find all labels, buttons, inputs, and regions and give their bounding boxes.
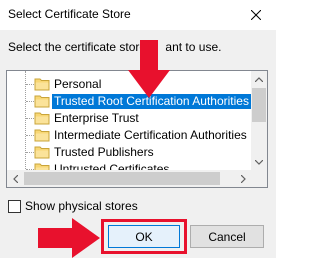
- tree-item[interactable]: Intermediate Certification Authorities: [7, 127, 251, 144]
- chevron-down-icon: [255, 159, 263, 165]
- tree-connector: [26, 118, 34, 119]
- cancel-button-label: Cancel: [208, 229, 246, 244]
- scroll-right-button[interactable]: [235, 170, 251, 187]
- tree-item[interactable]: Trusted Publishers: [7, 144, 251, 161]
- close-icon: [251, 10, 261, 20]
- horizontal-scrollbar[interactable]: [7, 170, 251, 187]
- chevron-up-icon: [255, 76, 263, 82]
- scroll-corner: [251, 170, 267, 187]
- chevron-left-icon: [12, 174, 18, 183]
- ok-highlight-box: [101, 219, 187, 254]
- tree-item-label: Enterprise Trust: [54, 111, 139, 125]
- dialog-title: Select Certificate Store: [8, 7, 131, 21]
- tree-item-label: Personal: [54, 77, 102, 91]
- tree-item-label: Trusted Publishers: [54, 145, 154, 159]
- folder-icon: [34, 78, 50, 91]
- folder-icon: [34, 146, 50, 159]
- cancel-button[interactable]: Cancel: [190, 225, 264, 248]
- close-button[interactable]: [236, 0, 276, 30]
- folder-icon: [34, 129, 50, 142]
- tree-item[interactable]: Enterprise Trust: [7, 110, 251, 127]
- show-physical-label: Show physical stores: [25, 199, 138, 213]
- tree-connector: [26, 101, 34, 102]
- tree-connector: [26, 135, 34, 136]
- scroll-left-button[interactable]: [7, 170, 23, 187]
- scroll-up-button[interactable]: [251, 71, 267, 87]
- title-bar: Select Certificate Store: [0, 0, 276, 30]
- show-physical-checkbox[interactable]: [8, 199, 21, 213]
- instruction-text-end: ant to use.: [165, 40, 222, 54]
- down-arrow-annotation: [128, 40, 170, 98]
- show-physical-stores[interactable]: Show physical stores: [8, 198, 138, 214]
- tree-connector: [26, 152, 34, 153]
- chevron-right-icon: [240, 174, 246, 183]
- vertical-scroll-thumb[interactable]: [252, 88, 266, 122]
- vertical-scrollbar[interactable]: [251, 71, 267, 170]
- folder-icon: [34, 112, 50, 125]
- tree-item-label: Intermediate Certification Authorities: [54, 128, 247, 142]
- horizontal-scroll-thumb[interactable]: [24, 172, 220, 185]
- folder-icon: [34, 95, 50, 108]
- scroll-down-button[interactable]: [251, 154, 267, 170]
- instruction-text: Select the certificate store y ant to use…: [8, 40, 221, 54]
- tree-connector: [26, 84, 34, 85]
- right-arrow-annotation: [38, 218, 100, 258]
